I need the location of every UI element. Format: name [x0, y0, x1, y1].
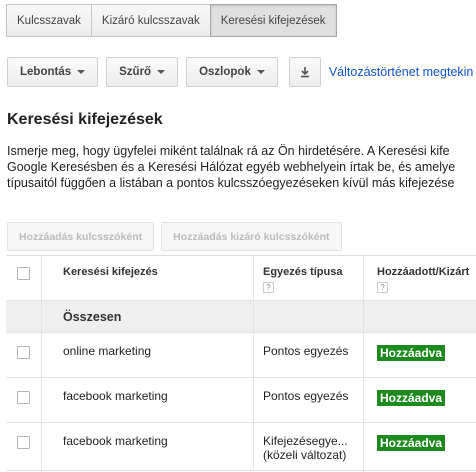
match-type-cell: Kifejezésegye... (közeli változat) [254, 423, 364, 470]
filter-label: Szűrő [119, 66, 152, 78]
description-line: Google Keresésben és a Keresési Hálózat … [7, 160, 456, 174]
row-checkbox[interactable] [17, 346, 30, 359]
add-as-negative-keyword-button[interactable]: Hozzáadás kizáró kulcsszóként [161, 222, 342, 251]
status-cell: Hozzáadva [364, 333, 476, 377]
match-type-variant: (közeli változat) [263, 448, 347, 462]
total-label: Összesen [42, 301, 254, 332]
header-checkbox-cell [6, 256, 42, 300]
match-type-cell: Pontos egyezés [254, 378, 364, 422]
table-row: facebook marketing Kifejezésegye... (köz… [6, 423, 476, 471]
add-as-keyword-button[interactable]: Hozzáadás kulcsszóként [7, 222, 155, 251]
segment-label: Lebontás [20, 66, 72, 78]
status-badge: Hozzáadva [377, 390, 446, 406]
total-status-cell [364, 301, 476, 332]
row-checkbox-cell [6, 333, 42, 377]
tab-negative-keywords[interactable]: Kizáró kulcsszavak [90, 4, 211, 37]
download-button[interactable] [288, 57, 321, 87]
columns-dropdown[interactable]: Oszlopok [186, 57, 278, 87]
table-header: Keresési kifejezés Egyezés típusa ? Hozz… [6, 256, 476, 301]
row-checkbox[interactable] [17, 391, 30, 404]
header-match-type[interactable]: Egyezés típusa ? [254, 256, 364, 300]
header-added-excluded[interactable]: Hozzáadott/Kizárt ? [364, 256, 476, 300]
page-title: Keresési kifejezések [7, 111, 163, 128]
filter-dropdown[interactable]: Szűrő [106, 57, 179, 87]
view-tabs: Kulcsszavak Kizáró kulcsszavak Keresési … [6, 4, 337, 37]
chevron-down-icon [256, 70, 265, 74]
search-terms-table: Keresési kifejezés Egyezés típusa ? Hozz… [6, 255, 476, 471]
header-search-term[interactable]: Keresési kifejezés [42, 256, 254, 300]
match-type-line: Kifejezésegye... [263, 434, 348, 448]
status-cell: Hozzáadva [364, 378, 476, 422]
table-row: online marketing Pontos egyezés Hozzáadv… [6, 333, 476, 378]
table-row: facebook marketing Pontos egyezés Hozzáa… [6, 378, 476, 423]
status-badge: Hozzáadva [377, 435, 446, 451]
action-buttons: Hozzáadás kulcsszóként Hozzáadás kizáró … [7, 222, 349, 251]
segment-dropdown[interactable]: Lebontás [7, 57, 99, 87]
description-line: Ismerje meg, hogy ügyfelei miként találn… [7, 144, 450, 158]
row-checkbox-cell [6, 423, 42, 470]
total-row: Összesen [6, 301, 476, 333]
tab-search-terms[interactable]: Keresési kifejezések [209, 4, 337, 37]
help-icon[interactable]: ? [263, 282, 274, 293]
row-checkbox[interactable] [17, 436, 30, 449]
select-all-checkbox[interactable] [17, 267, 30, 280]
header-added-excluded-label: Hozzáadott/Kizárt [377, 266, 470, 278]
header-match-type-label: Egyezés típusa [263, 266, 343, 278]
description-line: típusaitól függően a listában a pontos k… [7, 176, 455, 190]
match-type-cell: Pontos egyezés [254, 333, 364, 377]
search-term-cell: facebook marketing [42, 378, 254, 422]
chevron-down-icon [77, 70, 86, 74]
status-badge: Hozzáadva [377, 345, 446, 361]
download-icon [300, 67, 309, 78]
total-checkbox-cell [6, 301, 42, 332]
columns-label: Oszlopok [199, 66, 251, 78]
status-cell: Hozzáadva [364, 423, 476, 470]
toolbar: Lebontás Szűrő Oszlopok Változástörténet… [7, 57, 473, 87]
change-history-link[interactable]: Változástörténet megtekin [329, 65, 474, 79]
chevron-down-icon [157, 70, 166, 74]
search-term-cell: online marketing [42, 333, 254, 377]
row-checkbox-cell [6, 378, 42, 422]
help-icon[interactable]: ? [377, 282, 388, 293]
search-term-cell: facebook marketing [42, 423, 254, 470]
total-match-cell [254, 301, 364, 332]
tab-keywords[interactable]: Kulcsszavak [6, 4, 92, 37]
page-description: Ismerje meg, hogy ügyfelei miként találn… [7, 143, 476, 191]
